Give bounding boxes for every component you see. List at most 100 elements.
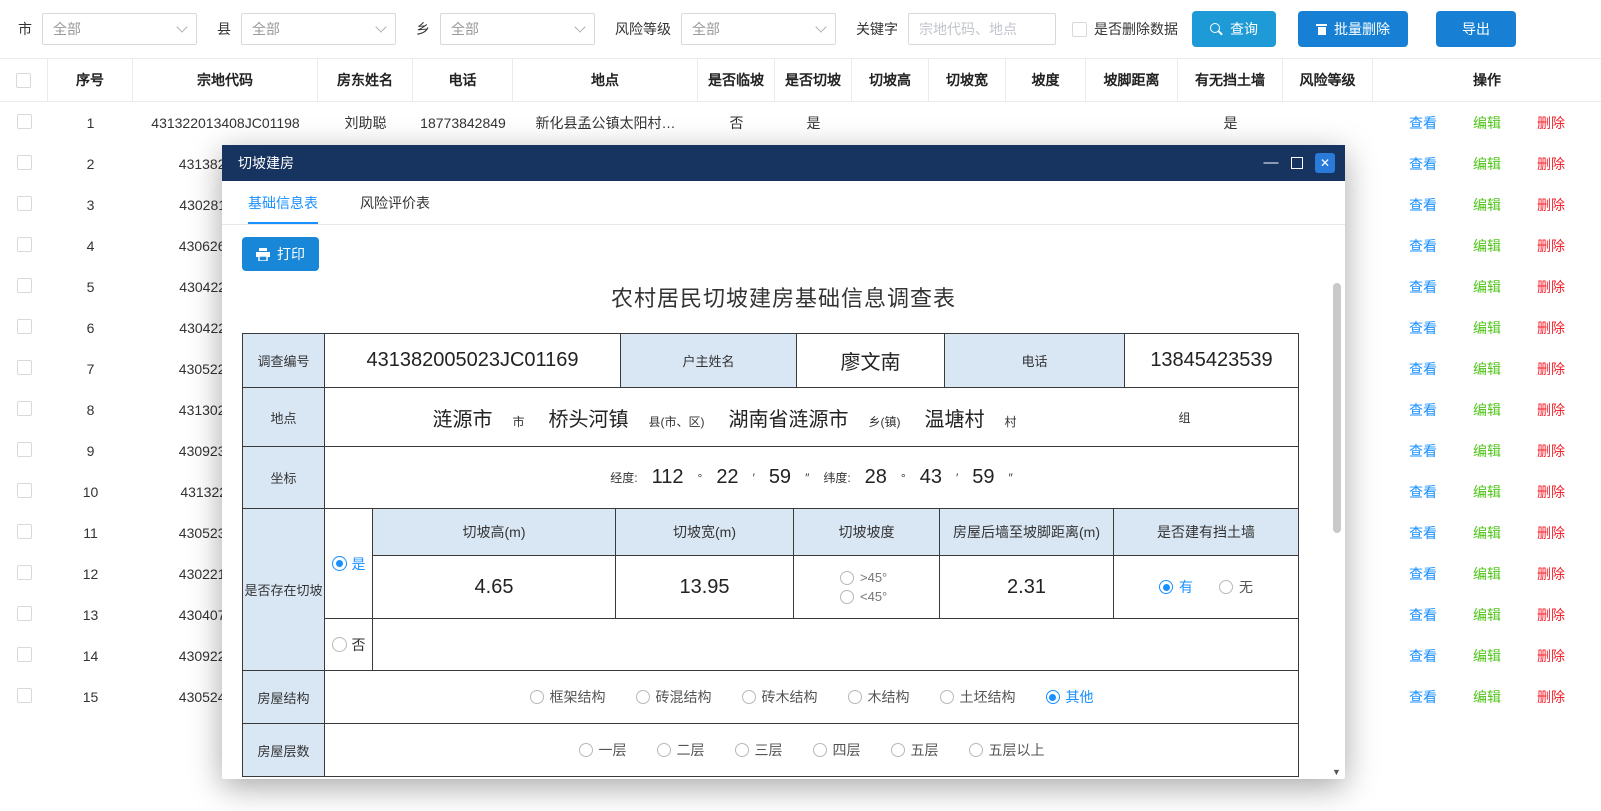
edit-link[interactable]: 编辑: [1473, 523, 1501, 543]
radio-option[interactable]: 二层: [657, 740, 705, 760]
cut-exist-no-radio[interactable]: 否: [325, 619, 373, 671]
radio-option[interactable]: 砖木结构: [742, 687, 818, 707]
row-checkbox[interactable]: [17, 278, 32, 293]
edit-link[interactable]: 编辑: [1473, 277, 1501, 297]
maximize-icon[interactable]: [1291, 157, 1303, 169]
radio-option[interactable]: 四层: [813, 740, 861, 760]
col-no: 序号: [48, 59, 133, 101]
row-checkbox[interactable]: [17, 360, 32, 375]
delete-link[interactable]: 删除: [1537, 359, 1565, 379]
risk-level-label: 风险等级: [615, 19, 671, 39]
township-select[interactable]: 全部: [440, 13, 595, 45]
row-checkbox[interactable]: [17, 196, 32, 211]
delete-link[interactable]: 删除: [1537, 113, 1565, 133]
view-link[interactable]: 查看: [1409, 277, 1437, 297]
view-link[interactable]: 查看: [1409, 482, 1437, 502]
cut-exist-yes-radio[interactable]: 是: [325, 509, 373, 619]
radio-option[interactable]: 砖混结构: [636, 687, 712, 707]
view-link[interactable]: 查看: [1409, 523, 1437, 543]
scrollbar-thumb[interactable]: [1333, 283, 1341, 533]
edit-link[interactable]: 编辑: [1473, 195, 1501, 215]
delete-link[interactable]: 删除: [1537, 523, 1565, 543]
delete-link[interactable]: 删除: [1537, 687, 1565, 707]
row-checkbox[interactable]: [17, 647, 32, 662]
close-icon[interactable]: ✕: [1315, 153, 1335, 173]
view-link[interactable]: 查看: [1409, 113, 1437, 133]
edit-link[interactable]: 编辑: [1473, 687, 1501, 707]
slope-lt45-radio[interactable]: <45°: [840, 589, 887, 604]
select-all-checkbox[interactable]: [16, 73, 31, 88]
view-link[interactable]: 查看: [1409, 195, 1437, 215]
row-checkbox[interactable]: [17, 688, 32, 703]
radio-option[interactable]: 五层: [891, 740, 939, 760]
delete-link[interactable]: 删除: [1537, 482, 1565, 502]
keyword-input[interactable]: [908, 13, 1056, 45]
modal-scrollbar[interactable]: ▼: [1330, 271, 1343, 777]
edit-link[interactable]: 编辑: [1473, 605, 1501, 625]
row-checkbox[interactable]: [17, 442, 32, 457]
edit-link[interactable]: 编辑: [1473, 400, 1501, 420]
delete-link[interactable]: 删除: [1537, 154, 1565, 174]
batch-delete-button[interactable]: 批量删除: [1298, 11, 1408, 47]
row-checkbox[interactable]: [17, 114, 32, 129]
row-checkbox[interactable]: [17, 319, 32, 334]
modal-header[interactable]: 切坡建房 — ✕: [222, 145, 1345, 181]
row-checkbox[interactable]: [17, 483, 32, 498]
delete-link[interactable]: 删除: [1537, 236, 1565, 256]
edit-link[interactable]: 编辑: [1473, 441, 1501, 461]
county-select[interactable]: 全部: [241, 13, 396, 45]
view-link[interactable]: 查看: [1409, 605, 1437, 625]
wall-no-radio[interactable]: 无: [1219, 577, 1253, 597]
row-checkbox[interactable]: [17, 565, 32, 580]
view-link[interactable]: 查看: [1409, 154, 1437, 174]
radio-option[interactable]: 三层: [735, 740, 783, 760]
radio-option[interactable]: 一层: [579, 740, 627, 760]
radio-option[interactable]: 框架结构: [530, 687, 606, 707]
row-checkbox[interactable]: [17, 155, 32, 170]
tab-basic-info[interactable]: 基础信息表: [248, 181, 318, 224]
view-link[interactable]: 查看: [1409, 318, 1437, 338]
edit-link[interactable]: 编辑: [1473, 564, 1501, 584]
delete-link[interactable]: 删除: [1537, 318, 1565, 338]
view-link[interactable]: 查看: [1409, 359, 1437, 379]
wall-yes-radio[interactable]: 有: [1159, 577, 1193, 597]
edit-link[interactable]: 编辑: [1473, 359, 1501, 379]
radio-option[interactable]: 木结构: [848, 687, 910, 707]
edit-link[interactable]: 编辑: [1473, 318, 1501, 338]
slope-gt45-radio[interactable]: >45°: [840, 570, 887, 585]
view-link[interactable]: 查看: [1409, 400, 1437, 420]
row-checkbox[interactable]: [17, 237, 32, 252]
risk-level-select[interactable]: 全部: [681, 13, 836, 45]
delete-link[interactable]: 删除: [1537, 195, 1565, 215]
delete-link[interactable]: 删除: [1537, 646, 1565, 666]
delete-link[interactable]: 删除: [1537, 277, 1565, 297]
edit-link[interactable]: 编辑: [1473, 154, 1501, 174]
query-button[interactable]: 查询: [1192, 11, 1276, 47]
edit-link[interactable]: 编辑: [1473, 646, 1501, 666]
edit-link[interactable]: 编辑: [1473, 113, 1501, 133]
minimize-icon[interactable]: —: [1263, 158, 1279, 168]
view-link[interactable]: 查看: [1409, 441, 1437, 461]
show-deleted-checkbox[interactable]: 是否删除数据: [1072, 19, 1178, 39]
delete-link[interactable]: 删除: [1537, 441, 1565, 461]
view-link[interactable]: 查看: [1409, 564, 1437, 584]
view-link[interactable]: 查看: [1409, 236, 1437, 256]
city-select[interactable]: 全部: [42, 13, 197, 45]
edit-link[interactable]: 编辑: [1473, 236, 1501, 256]
radio-option[interactable]: 五层以上: [969, 740, 1045, 760]
row-checkbox[interactable]: [17, 401, 32, 416]
view-link[interactable]: 查看: [1409, 687, 1437, 707]
scroll-down-icon[interactable]: ▼: [1331, 767, 1342, 777]
edit-link[interactable]: 编辑: [1473, 482, 1501, 502]
export-button[interactable]: 导出: [1436, 11, 1516, 47]
print-button[interactable]: 打印: [242, 237, 319, 271]
delete-link[interactable]: 删除: [1537, 605, 1565, 625]
view-link[interactable]: 查看: [1409, 646, 1437, 666]
radio-option[interactable]: 其他: [1046, 687, 1094, 707]
row-checkbox[interactable]: [17, 524, 32, 539]
delete-link[interactable]: 删除: [1537, 400, 1565, 420]
row-checkbox[interactable]: [17, 606, 32, 621]
delete-link[interactable]: 删除: [1537, 564, 1565, 584]
radio-option[interactable]: 土坯结构: [940, 687, 1016, 707]
tab-risk-evaluation[interactable]: 风险评价表: [360, 181, 430, 224]
